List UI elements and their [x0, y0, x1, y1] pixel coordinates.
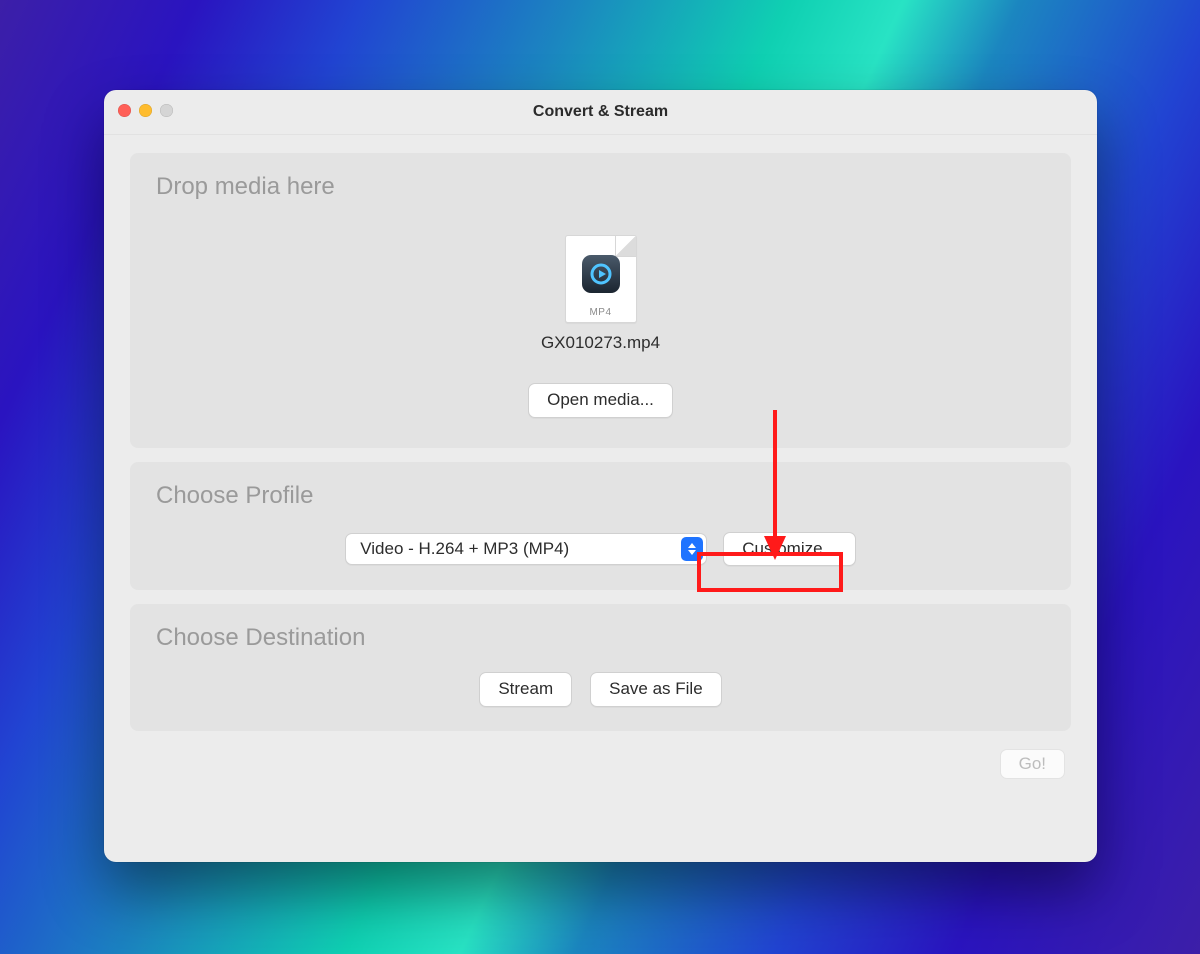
stream-button[interactable]: Stream [479, 672, 572, 707]
window-controls [118, 104, 173, 117]
media-filename: GX010273.mp4 [541, 333, 660, 353]
media-file-icon[interactable]: MP4 [565, 235, 637, 323]
drop-area[interactable]: MP4 GX010273.mp4 Open media... [152, 215, 1049, 422]
customize-button[interactable]: Customize... [723, 532, 855, 567]
file-type-badge: MP4 [566, 307, 636, 318]
profile-heading: Choose Profile [156, 482, 1049, 510]
go-button[interactable]: Go! [1000, 749, 1065, 779]
window-title: Convert & Stream [533, 103, 668, 121]
convert-stream-window: Convert & Stream Drop media here [104, 90, 1097, 862]
titlebar[interactable]: Convert & Stream [104, 90, 1097, 135]
zoom-window-icon [160, 104, 173, 117]
drop-heading: Drop media here [156, 173, 1049, 201]
drop-media-panel[interactable]: Drop media here MP4 GX010273.mp4 [130, 153, 1071, 448]
minimize-window-icon[interactable] [139, 104, 152, 117]
destination-heading: Choose Destination [156, 624, 1049, 652]
close-window-icon[interactable] [118, 104, 131, 117]
profile-selected-label: Video - H.264 + MP3 (MP4) [360, 539, 569, 559]
profile-select[interactable]: Video - H.264 + MP3 (MP4) [345, 533, 707, 565]
open-media-button[interactable]: Open media... [528, 383, 673, 418]
choose-profile-panel: Choose Profile Video - H.264 + MP3 (MP4)… [130, 462, 1071, 591]
footer: Go! [130, 745, 1071, 779]
desktop-wallpaper: Convert & Stream Drop media here [0, 0, 1200, 954]
quicktime-icon [582, 255, 620, 293]
save-as-file-button[interactable]: Save as File [590, 672, 722, 707]
select-stepper-icon[interactable] [681, 537, 703, 561]
window-body: Drop media here MP4 GX010273.mp4 [104, 135, 1097, 797]
choose-destination-panel: Choose Destination Stream Save as File [130, 604, 1071, 731]
page-fold-icon [615, 236, 636, 257]
